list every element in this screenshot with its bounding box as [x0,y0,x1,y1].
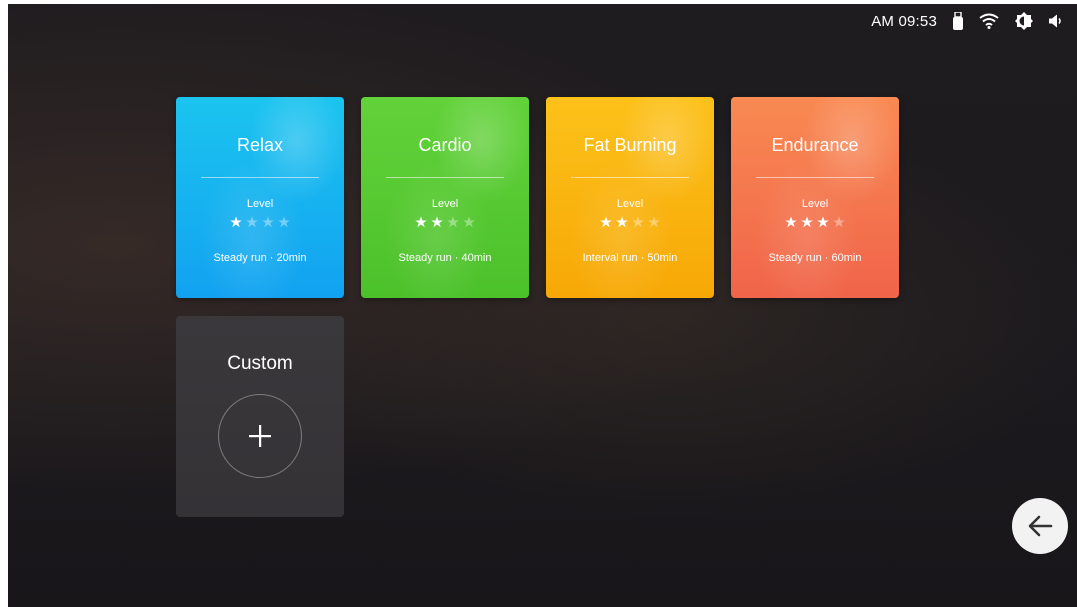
volume-icon [1049,14,1063,28]
star-filled-icon [230,216,242,228]
star-filled-icon [817,216,829,228]
add-custom-button[interactable] [218,394,302,478]
star-empty-icon [246,216,258,228]
program-details: Steady run · 40min [398,252,492,264]
program-card-fat-burning[interactable]: Fat Burning Level Interval run · 50min [546,97,714,298]
level-stars [176,216,344,228]
program-details: Steady run · 60min [768,252,862,264]
status-bar: AM 09:53 [871,10,1063,32]
brightness-icon [1015,12,1033,30]
usb-icon [953,12,963,30]
star-filled-icon [616,216,628,228]
level-label: Level [801,198,829,210]
custom-program-card[interactable]: Custom [176,316,344,517]
star-filled-icon [415,216,427,228]
plus-icon [249,425,271,447]
level-label: Level [246,198,274,210]
star-empty-icon [278,216,290,228]
card-divider [756,177,874,178]
card-divider [386,177,504,178]
level-stars [361,216,529,228]
star-filled-icon [600,216,612,228]
program-select-screen: AM 09:53 Relax Level Steady run · 20min … [8,4,1077,607]
star-filled-icon [785,216,797,228]
back-button[interactable] [1012,498,1068,554]
level-label: Level [616,198,644,210]
clock-time: AM 09:53 [871,12,937,30]
card-title: Cardio [418,135,472,155]
level-stars [546,216,714,228]
wifi-icon [979,13,999,29]
program-card-relax[interactable]: Relax Level Steady run · 20min [176,97,344,298]
program-details: Interval run · 50min [582,252,678,264]
custom-title: Custom [227,353,293,374]
card-title: Fat Burning [583,135,677,155]
star-filled-icon [801,216,813,228]
star-empty-icon [463,216,475,228]
program-details: Steady run · 20min [213,252,307,264]
card-divider [201,177,319,178]
arrow-left-icon [1028,515,1053,537]
program-card-endurance[interactable]: Endurance Level Steady run · 60min [731,97,899,298]
card-title: Relax [236,135,284,155]
star-empty-icon [648,216,660,228]
star-empty-icon [833,216,845,228]
star-filled-icon [431,216,443,228]
level-label: Level [431,198,459,210]
level-stars [731,216,899,228]
star-empty-icon [447,216,459,228]
card-divider [571,177,689,178]
program-card-cardio[interactable]: Cardio Level Steady run · 40min [361,97,529,298]
card-title: Endurance [771,135,859,155]
star-empty-icon [262,216,274,228]
star-empty-icon [632,216,644,228]
